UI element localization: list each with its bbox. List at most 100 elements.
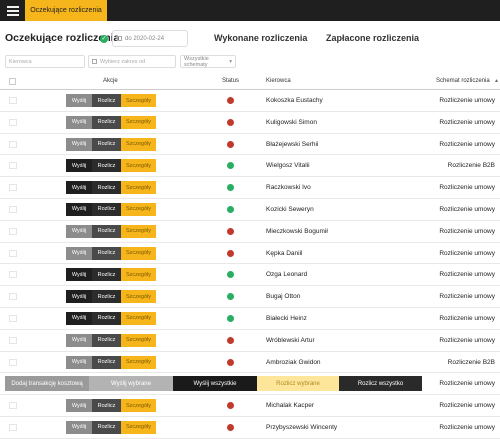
select-all-checkbox[interactable]: [9, 78, 16, 85]
table-row: Wyślij Rozlicz Szczegóły Ozga Leonard Rozlic…: [0, 264, 500, 287]
row-checkbox[interactable]: [9, 423, 17, 431]
send-all-button[interactable]: Wyślij wszystkie: [173, 376, 257, 391]
settle-button[interactable]: Rozlicz: [92, 420, 121, 434]
settle-button[interactable]: Rozlicz: [92, 311, 121, 325]
details-button[interactable]: Szczegóły: [121, 290, 156, 304]
settle-button[interactable]: Rozlicz: [92, 159, 121, 173]
details-button[interactable]: Szczegóły: [121, 246, 156, 260]
sort-arrow-icon[interactable]: ▲: [494, 78, 499, 84]
row-checkbox[interactable]: [9, 314, 17, 322]
row-checkbox[interactable]: [9, 271, 17, 279]
settle-button[interactable]: Rozlicz: [92, 333, 121, 347]
tab-completed-settlements[interactable]: Wykonane rozliczenia: [214, 33, 307, 43]
send-selected-button[interactable]: Wyślij wybrane: [89, 376, 173, 391]
send-button[interactable]: Wyślij: [66, 202, 92, 216]
send-button[interactable]: Wyślij: [66, 94, 92, 107]
settle-selected-button[interactable]: Rozlicz wybrane: [257, 376, 339, 391]
driver-filter-input[interactable]: Kierowca: [5, 55, 85, 68]
col-actions: Akcje: [103, 78, 118, 84]
driver-name[interactable]: Mieczkowski Bogumił: [266, 228, 328, 235]
driver-name[interactable]: Wróblewski Artur: [266, 337, 315, 344]
row-checkbox[interactable]: [9, 293, 17, 301]
row-checkbox[interactable]: [9, 249, 17, 257]
driver-name[interactable]: Bugaj Otton: [266, 293, 300, 300]
col-driver[interactable]: Kierowca: [266, 78, 291, 84]
row-checkbox[interactable]: [9, 336, 17, 344]
details-button[interactable]: Szczegóły: [121, 202, 156, 216]
send-button[interactable]: Wyślij: [66, 399, 92, 413]
details-button[interactable]: Szczegóły: [121, 181, 156, 195]
details-button[interactable]: Szczegóły: [121, 399, 156, 413]
settle-button[interactable]: Rozlicz: [92, 246, 121, 260]
add-cost-transaction-button[interactable]: Dodaj transakcję kosztową: [5, 376, 89, 391]
row-checkbox[interactable]: [9, 227, 17, 235]
driver-name[interactable]: Przybyszewski Wincenty: [266, 424, 337, 431]
details-button[interactable]: Szczegóły: [121, 94, 156, 107]
driver-name[interactable]: Ozga Leonard: [266, 271, 307, 278]
driver-name[interactable]: Błażejewski Serhii: [266, 141, 318, 148]
details-button[interactable]: Szczegóły: [121, 268, 156, 282]
send-button[interactable]: Wyślij: [66, 311, 92, 325]
driver-name[interactable]: Białecki Heinz: [266, 315, 307, 322]
row-checkbox[interactable]: [9, 162, 17, 170]
send-button[interactable]: Wyślij: [66, 159, 92, 173]
send-button[interactable]: Wyślij: [66, 115, 92, 129]
date-input[interactable]: do 2020-02-24: [112, 30, 188, 47]
settle-button[interactable]: Rozlicz: [92, 137, 121, 151]
settle-button[interactable]: Rozlicz: [92, 181, 121, 195]
send-button[interactable]: Wyślij: [66, 420, 92, 434]
row-checkbox[interactable]: [9, 97, 17, 104]
status-ok-icon: [227, 162, 234, 170]
send-button[interactable]: Wyślij: [66, 355, 92, 369]
status-ok-icon: [227, 293, 234, 301]
settle-all-button[interactable]: Rozlicz wszystko: [339, 376, 422, 391]
settle-button[interactable]: Rozlicz: [92, 115, 121, 129]
send-button[interactable]: Wyślij: [66, 290, 92, 304]
row-checkbox[interactable]: [9, 118, 17, 126]
details-button[interactable]: Szczegóły: [121, 137, 156, 151]
driver-name[interactable]: Michalak Kacper: [266, 402, 314, 409]
details-button[interactable]: Szczegóły: [121, 355, 156, 369]
send-button[interactable]: Wyślij: [66, 333, 92, 347]
settle-button[interactable]: Rozlicz: [92, 94, 121, 107]
details-button[interactable]: Szczegóły: [121, 115, 156, 129]
status-error-icon: [227, 140, 234, 148]
driver-name[interactable]: Kuligowski Simon: [266, 119, 317, 126]
details-button[interactable]: Szczegóły: [121, 420, 156, 434]
details-button[interactable]: Szczegóły: [121, 311, 156, 325]
tab-paid-settlements[interactable]: Zapłacone rozliczenia: [326, 33, 419, 43]
driver-name[interactable]: Raczkowski Ivo: [266, 184, 311, 191]
date-range-filter[interactable]: Wybierz zakres od: [88, 55, 176, 68]
scheme-select[interactable]: Wszystkie schematy ▾: [180, 55, 236, 68]
settle-button[interactable]: Rozlicz: [92, 399, 121, 413]
details-button[interactable]: Szczegóły: [121, 333, 156, 347]
settle-button[interactable]: Rozlicz: [92, 290, 121, 304]
driver-name[interactable]: Wielgosz Vitalii: [266, 162, 310, 169]
tab-pending-settlements[interactable]: Oczekujące rozliczenia: [25, 0, 107, 21]
hamburger-menu-icon[interactable]: [0, 0, 25, 21]
driver-name[interactable]: Kokoszka Eustachy: [266, 97, 323, 104]
row-actions: WyślijRozliczSzczegóły: [66, 311, 156, 325]
settle-button[interactable]: Rozlicz: [92, 224, 121, 238]
send-button[interactable]: Wyślij: [66, 268, 92, 282]
details-button[interactable]: Szczegóły: [121, 159, 156, 173]
col-status[interactable]: Status: [222, 78, 239, 84]
chevron-down-icon: ▾: [229, 58, 232, 65]
settle-button[interactable]: Rozlicz: [92, 202, 121, 216]
send-button[interactable]: Wyślij: [66, 181, 92, 195]
row-checkbox[interactable]: [9, 358, 17, 366]
row-checkbox[interactable]: [9, 140, 17, 148]
driver-name[interactable]: Kępka Daniil: [266, 250, 303, 257]
settle-button[interactable]: Rozlicz: [92, 268, 121, 282]
row-checkbox[interactable]: [9, 205, 17, 213]
settle-button[interactable]: Rozlicz: [92, 355, 121, 369]
col-scheme[interactable]: Schemat rozliczenia: [436, 78, 490, 84]
row-checkbox[interactable]: [9, 402, 17, 410]
send-button[interactable]: Wyślij: [66, 246, 92, 260]
details-button[interactable]: Szczegóły: [121, 224, 156, 238]
row-checkbox[interactable]: [9, 184, 17, 192]
send-button[interactable]: Wyślij: [66, 137, 92, 151]
send-button[interactable]: Wyślij: [66, 224, 92, 238]
driver-name[interactable]: Kozicki Seweryn: [266, 206, 314, 213]
driver-name[interactable]: Ambroziak Gwidon: [266, 359, 321, 366]
